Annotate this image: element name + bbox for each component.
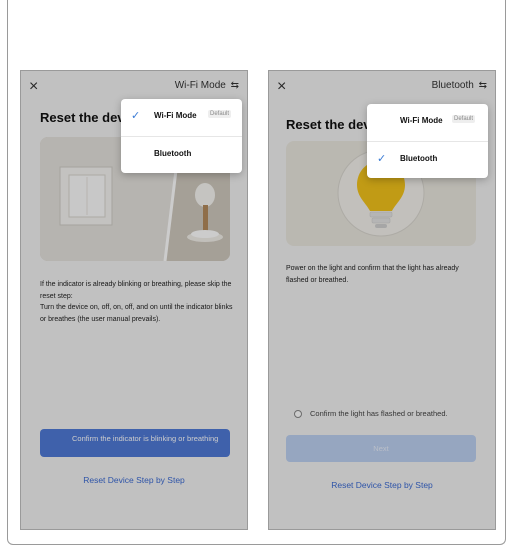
default-badge: Default [452, 115, 476, 123]
menu-item-label: Wi-Fi Mode [400, 116, 443, 125]
menu-item-bluetooth[interactable]: ✓ Bluetooth [367, 141, 488, 179]
bluetooth-mode-screen: × Bluetooth ⇆ Reset the dev Power on the… [268, 70, 496, 530]
mode-dropdown-menu: Wi-Fi Mode Default ✓ Bluetooth [367, 104, 488, 178]
check-icon: ✓ [131, 110, 141, 122]
mode-dropdown-menu: ✓ Wi-Fi Mode Default Bluetooth [121, 99, 242, 173]
menu-item-wifi-mode[interactable]: ✓ Wi-Fi Mode Default [121, 99, 242, 136]
menu-item-label: Bluetooth [154, 149, 192, 158]
menu-item-bluetooth[interactable]: Bluetooth [121, 136, 242, 174]
menu-item-label: Wi-Fi Mode [154, 111, 197, 120]
menu-item-label: Bluetooth [400, 154, 438, 163]
menu-item-wifi-mode[interactable]: Wi-Fi Mode Default [367, 104, 488, 141]
check-icon: ✓ [377, 153, 387, 165]
wifi-mode-screen: × Wi-Fi Mode ⇆ Reset the dev If the indi… [20, 70, 248, 530]
default-badge: Default [208, 110, 232, 118]
